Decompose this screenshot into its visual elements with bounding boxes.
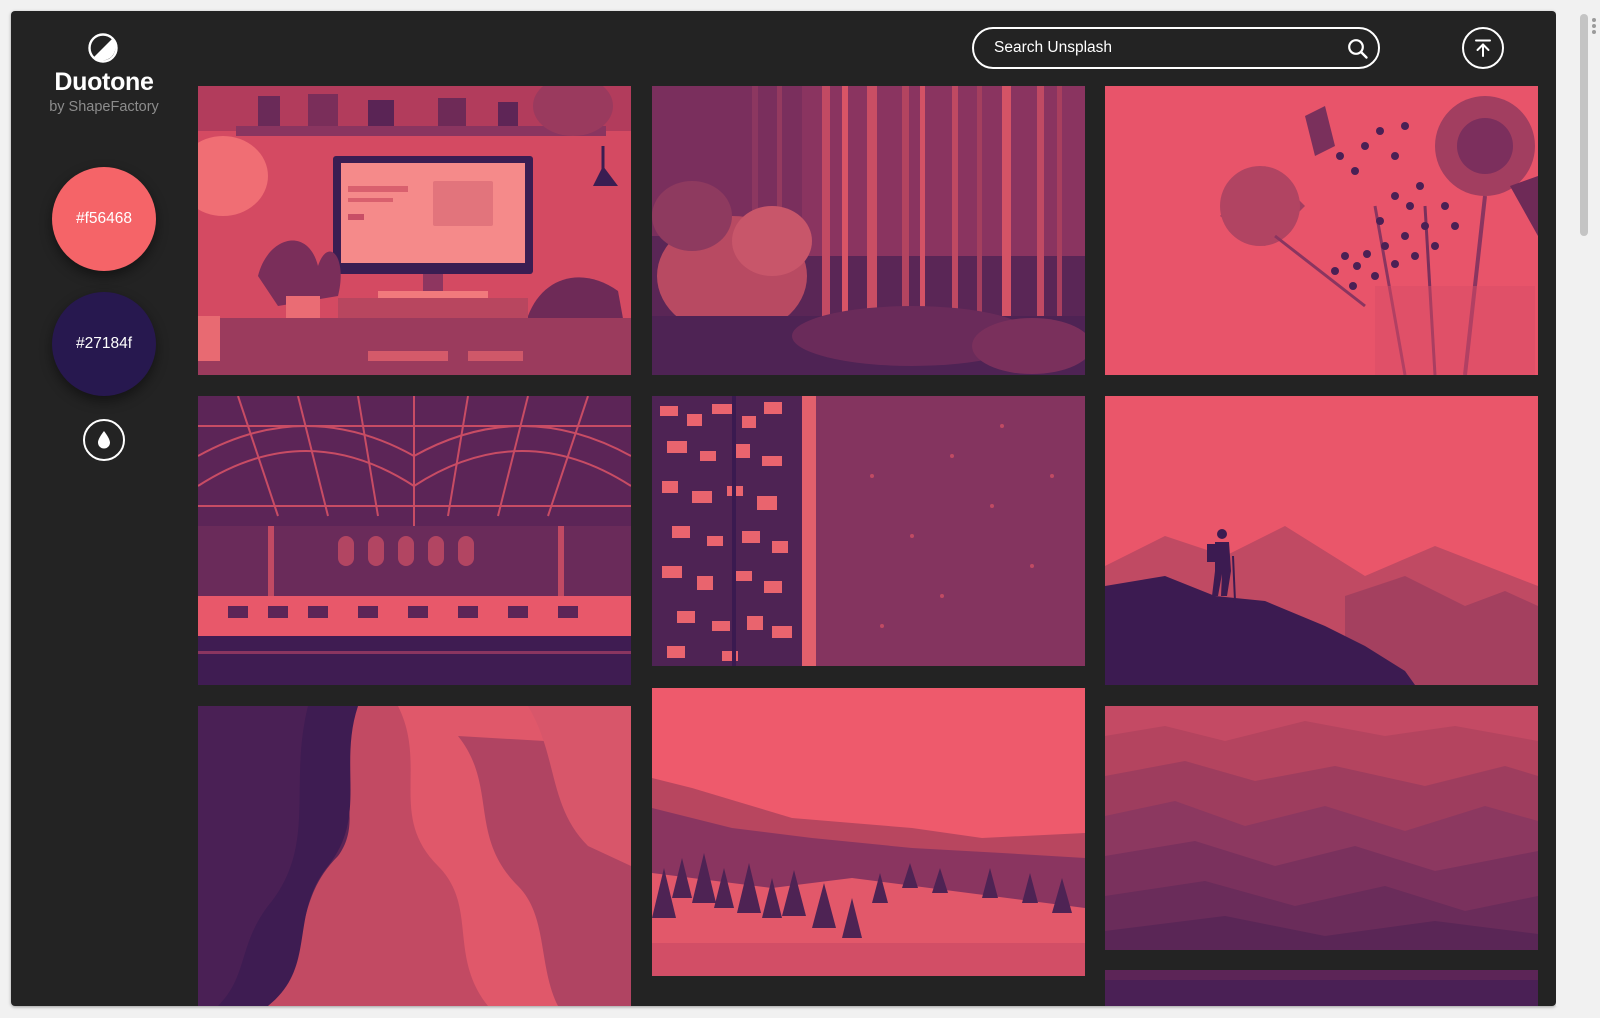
valley-photo <box>652 688 1085 976</box>
photo-tile[interactable] <box>652 86 1085 375</box>
scroll-to-top-button[interactable] <box>1462 27 1504 69</box>
search-bar <box>972 27 1380 69</box>
shadow-color-label: #27184f <box>75 335 133 352</box>
canyon-photo <box>198 706 631 1006</box>
station-photo <box>198 396 631 685</box>
photo-tile[interactable] <box>1105 706 1538 950</box>
photo-tile[interactable] <box>198 86 631 375</box>
app-title: Duotone <box>54 68 154 96</box>
photo-tile[interactable] <box>1105 86 1538 375</box>
search-input[interactable] <box>994 29 1314 67</box>
forest-photo <box>652 86 1085 375</box>
mountains-photo <box>1105 706 1538 950</box>
shadow-color-swatch[interactable]: #27184f <box>52 292 156 396</box>
app-byline: by ShapeFactory <box>49 99 159 115</box>
highlight-color-swatch[interactable]: #f56468 <box>52 167 156 271</box>
scrollbar-thumb[interactable] <box>1580 14 1588 236</box>
photo-tile[interactable] <box>652 688 1085 976</box>
desk-photo <box>198 86 631 375</box>
half-circle-icon[interactable] <box>88 33 118 63</box>
highlight-color-label: #f56468 <box>75 210 133 227</box>
flowers-photo <box>1105 86 1538 375</box>
app-window: Duotone by ShapeFactory #f56468 #27184f <box>11 11 1556 1006</box>
photo-tile[interactable] <box>1105 396 1538 685</box>
arrow-up-to-top-icon <box>1475 39 1491 57</box>
more-options-icon[interactable] <box>1592 18 1596 34</box>
search-icon[interactable] <box>1347 38 1369 60</box>
scrollbar-track[interactable] <box>1556 11 1600 1006</box>
photo-tile[interactable] <box>652 396 1085 666</box>
photo-tile[interactable] <box>198 706 631 1006</box>
partial-photo <box>1105 970 1538 1006</box>
hiker-photo <box>1105 396 1538 685</box>
drop-icon <box>98 431 110 449</box>
aerial-photo <box>652 396 1085 666</box>
photo-tile[interactable] <box>1105 970 1538 1006</box>
color-mode-toggle-button[interactable] <box>83 419 125 461</box>
photo-tile[interactable] <box>198 396 631 685</box>
